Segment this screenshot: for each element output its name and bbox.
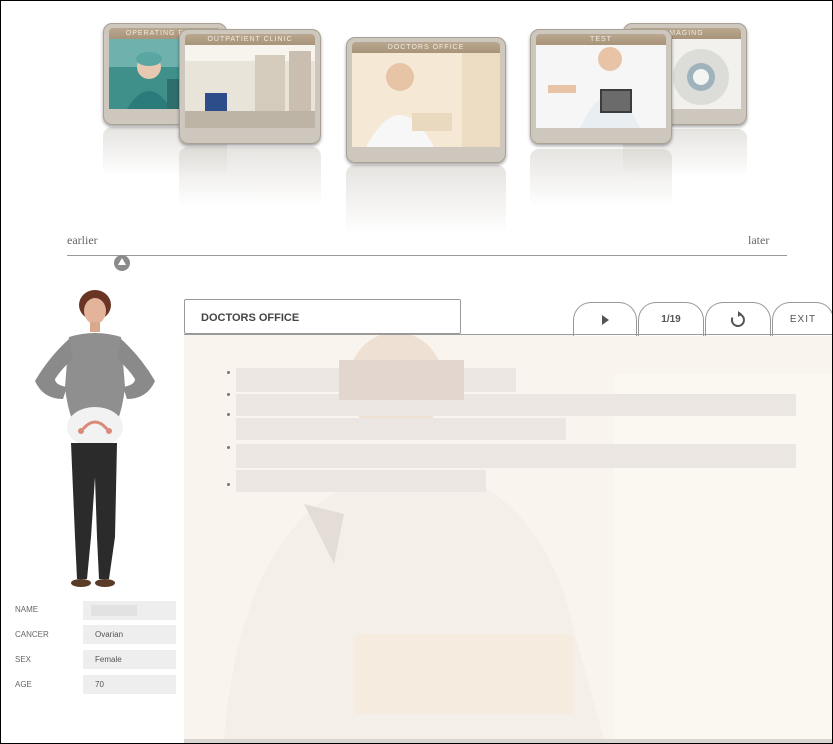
play-button[interactable] — [573, 302, 637, 336]
card-test[interactable]: TEST — [530, 29, 672, 144]
doctors-office-image — [352, 53, 500, 147]
replay-button[interactable] — [705, 302, 771, 336]
content-title: DOCTORS OFFICE — [201, 312, 300, 324]
card-reflection — [530, 149, 672, 207]
page-indicator[interactable]: 1/19 — [638, 302, 704, 336]
bullet — [227, 393, 230, 396]
timeline-marker-icon[interactable] — [114, 255, 130, 271]
redacted-text — [339, 360, 464, 400]
age-value: 70 — [83, 675, 176, 694]
redacted-text — [236, 394, 796, 416]
test-image — [536, 45, 666, 128]
app-frame: OPERATING ROOM IMAGING OUTPATIENT CLINIC… — [0, 0, 833, 744]
outpatient-clinic-image — [185, 45, 315, 128]
panel-divider — [184, 334, 832, 335]
card-label: OUTPATIENT CLINIC — [185, 34, 315, 45]
play-icon — [601, 315, 609, 326]
bullet — [227, 371, 230, 374]
sex-label: SEX — [15, 655, 32, 664]
content-title-box: DOCTORS OFFICE — [184, 299, 461, 334]
card-reflection — [179, 147, 321, 207]
redacted-text — [236, 470, 486, 492]
replay-icon — [730, 311, 745, 328]
card-label: DOCTORS OFFICE — [352, 42, 500, 53]
card-outpatient-clinic[interactable]: OUTPATIENT CLINIC — [179, 29, 321, 144]
cancer-label: CANCER — [15, 630, 49, 639]
timeline-track — [67, 255, 787, 256]
exit-button[interactable]: EXIT — [772, 302, 832, 336]
bullet — [227, 483, 230, 486]
timeline-later-label: later — [748, 233, 770, 247]
name-label: NAME — [15, 605, 39, 614]
timeline-earlier-label: earlier — [67, 233, 98, 247]
patient-figure — [35, 290, 155, 587]
sex-value: Female — [83, 650, 176, 669]
bullet — [227, 413, 230, 416]
bullet — [227, 446, 230, 449]
redacted-text — [236, 444, 796, 468]
cancer-value: Ovarian — [83, 625, 176, 644]
card-doctors-office[interactable]: DOCTORS OFFICE — [346, 37, 506, 163]
name-value — [83, 601, 176, 620]
content-panel — [184, 334, 832, 739]
card-reflection — [346, 165, 506, 235]
panel-footer — [184, 739, 832, 743]
redacted-text — [236, 418, 566, 440]
card-label: TEST — [536, 34, 666, 45]
age-label: AGE — [15, 680, 32, 689]
name-redacted — [91, 605, 137, 616]
